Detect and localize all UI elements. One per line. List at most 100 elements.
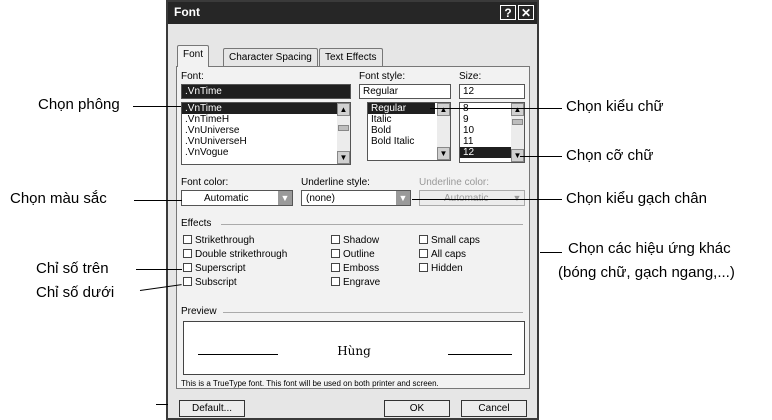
font-scrollbar[interactable]: ▲ ▼ <box>337 103 350 164</box>
checkbox-box[interactable] <box>183 249 192 258</box>
preview-label: Preview <box>181 306 217 317</box>
chevron-down-icon[interactable]: ▼ <box>278 191 292 205</box>
callout-line <box>136 269 182 270</box>
checkbox-box[interactable] <box>331 249 340 258</box>
callout-chon-phong: Chọn phông <box>38 96 120 113</box>
callout-chon-kieu-gach-chan: Chọn kiểu gạch chân <box>566 190 707 207</box>
close-button[interactable]: ✕ <box>518 5 534 20</box>
checkbox-box[interactable] <box>183 277 192 286</box>
font-style-scrollbar[interactable]: ▲ ▼ <box>437 103 450 160</box>
help-button[interactable]: ? <box>500 5 516 20</box>
all-caps-checkbox[interactable]: All caps <box>419 249 466 260</box>
font-style-label: Font style: <box>359 71 406 82</box>
font-color-label: Font color: <box>181 177 229 188</box>
list-item[interactable]: .VnVogue <box>182 147 350 158</box>
subscript-checkbox[interactable]: Subscript <box>183 277 237 288</box>
list-item[interactable]: .VnUniverse <box>182 125 350 136</box>
font-label: Font: <box>181 71 204 82</box>
checkbox-label: Subscript <box>195 277 237 288</box>
checkbox-label: Superscript <box>195 263 246 274</box>
callout-chon-mau-sac: Chọn màu sắc <box>10 190 107 207</box>
underline-style-select[interactable]: (none) ▼ <box>301 190 411 206</box>
double-strikethrough-checkbox[interactable]: Double strikethrough <box>183 249 287 260</box>
checkbox-label: Engrave <box>343 277 381 288</box>
callout-chon-co-chu: Chọn cỡ chữ <box>566 147 654 164</box>
tab-font[interactable]: Font <box>177 45 210 67</box>
dialog-title: Font <box>174 5 200 19</box>
callout-chi-so-tren: Chỉ số trên <box>36 260 109 277</box>
cancel-button[interactable]: Cancel <box>461 400 527 417</box>
strikethrough-checkbox[interactable]: Strikethrough <box>183 235 254 246</box>
callout-chi-so-duoi: Chỉ số dưới <box>36 284 115 301</box>
hidden-checkbox[interactable]: Hidden <box>419 263 463 274</box>
ok-button[interactable]: OK <box>384 400 450 417</box>
scroll-up-icon[interactable]: ▲ <box>437 103 450 116</box>
checkbox-box[interactable] <box>331 277 340 286</box>
default-button[interactable]: Default... <box>179 400 245 417</box>
chevron-down-icon[interactable]: ▼ <box>396 191 410 205</box>
tab-character-spacing[interactable]: Character Spacing <box>223 48 318 66</box>
callout-line <box>134 200 182 201</box>
size-listbox[interactable]: 8 9 10 11 12 ▲ ▼ <box>459 102 525 163</box>
scroll-thumb[interactable] <box>338 125 349 131</box>
list-item[interactable]: .VnTime <box>182 103 350 114</box>
checkbox-label: Double strikethrough <box>195 249 288 260</box>
callout-hieu-ung-line1: Chọn các hiệu ứng khác <box>568 240 731 257</box>
chevron-down-icon[interactable]: ▼ <box>510 191 524 205</box>
font-tab-panel: Font: .VnTime .VnTime .VnTimeH .VnUniver… <box>176 66 530 389</box>
list-item[interactable]: Regular <box>368 103 435 114</box>
underline-color-label: Underline color: <box>419 177 490 188</box>
font-dialog: Font ? ✕ Font Character Spacing Text Eff… <box>166 0 539 420</box>
checkbox-box[interactable] <box>419 263 428 272</box>
scroll-down-icon[interactable]: ▼ <box>437 147 450 160</box>
callout-line <box>520 156 562 157</box>
font-style-input[interactable]: Regular <box>359 84 451 99</box>
outline-checkbox[interactable]: Outline <box>331 249 375 260</box>
preview-divider <box>223 312 523 313</box>
scroll-down-icon[interactable]: ▼ <box>337 151 350 164</box>
checkbox-box[interactable] <box>331 235 340 244</box>
checkbox-label: Outline <box>343 249 375 260</box>
font-color-select[interactable]: Automatic ▼ <box>181 190 293 206</box>
scroll-up-icon[interactable]: ▲ <box>511 103 524 116</box>
checkbox-box[interactable] <box>183 235 192 244</box>
checkbox-box[interactable] <box>419 249 428 258</box>
preview-box: Hùng <box>183 321 525 375</box>
font-color-value: Automatic <box>204 193 249 204</box>
emboss-checkbox[interactable]: Emboss <box>331 263 379 274</box>
scroll-up-icon[interactable]: ▲ <box>337 103 350 116</box>
callout-line <box>133 106 181 107</box>
checkbox-label: All caps <box>431 249 467 260</box>
checkbox-box[interactable] <box>331 263 340 272</box>
checkbox-box[interactable] <box>419 235 428 244</box>
callout-line <box>430 108 562 109</box>
callout-chon-kieu-chu: Chọn kiểu chữ <box>566 98 664 115</box>
font-style-listbox[interactable]: Regular Italic Bold Bold Italic ▲ ▼ <box>367 102 451 161</box>
underline-style-value: (none) <box>306 193 335 204</box>
title-bar: Font ? ✕ <box>168 2 537 24</box>
preview-text: Hùng <box>337 344 371 358</box>
font-name-input[interactable]: .VnTime <box>181 84 351 99</box>
checkbox-label: Small caps <box>431 235 480 246</box>
font-listbox[interactable]: .VnTime .VnTimeH .VnUniverse .VnUniverse… <box>181 102 351 165</box>
callout-line <box>412 199 562 200</box>
checkbox-box[interactable] <box>183 263 192 272</box>
checkbox-label: Hidden <box>431 263 463 274</box>
callout-line <box>540 252 562 253</box>
tab-text-effects[interactable]: Text Effects <box>319 48 383 66</box>
underline-color-select[interactable]: Automatic ▼ <box>419 190 525 206</box>
superscript-checkbox[interactable]: Superscript <box>183 263 246 274</box>
checkbox-label: Shadow <box>343 235 380 246</box>
callout-line <box>156 404 168 405</box>
effects-label: Effects <box>181 218 212 229</box>
engrave-checkbox[interactable]: Engrave <box>331 277 380 288</box>
scroll-thumb[interactable] <box>512 119 523 125</box>
shadow-checkbox[interactable]: Shadow <box>331 235 379 246</box>
list-item[interactable]: .VnTimeH <box>182 114 350 125</box>
size-scrollbar[interactable]: ▲ ▼ <box>511 103 524 162</box>
small-caps-checkbox[interactable]: Small caps <box>419 235 480 246</box>
effects-divider <box>221 224 523 225</box>
size-input[interactable]: 12 <box>459 84 525 99</box>
checkbox-label: Emboss <box>343 263 380 274</box>
list-item[interactable]: .VnUniverseH <box>182 136 350 147</box>
